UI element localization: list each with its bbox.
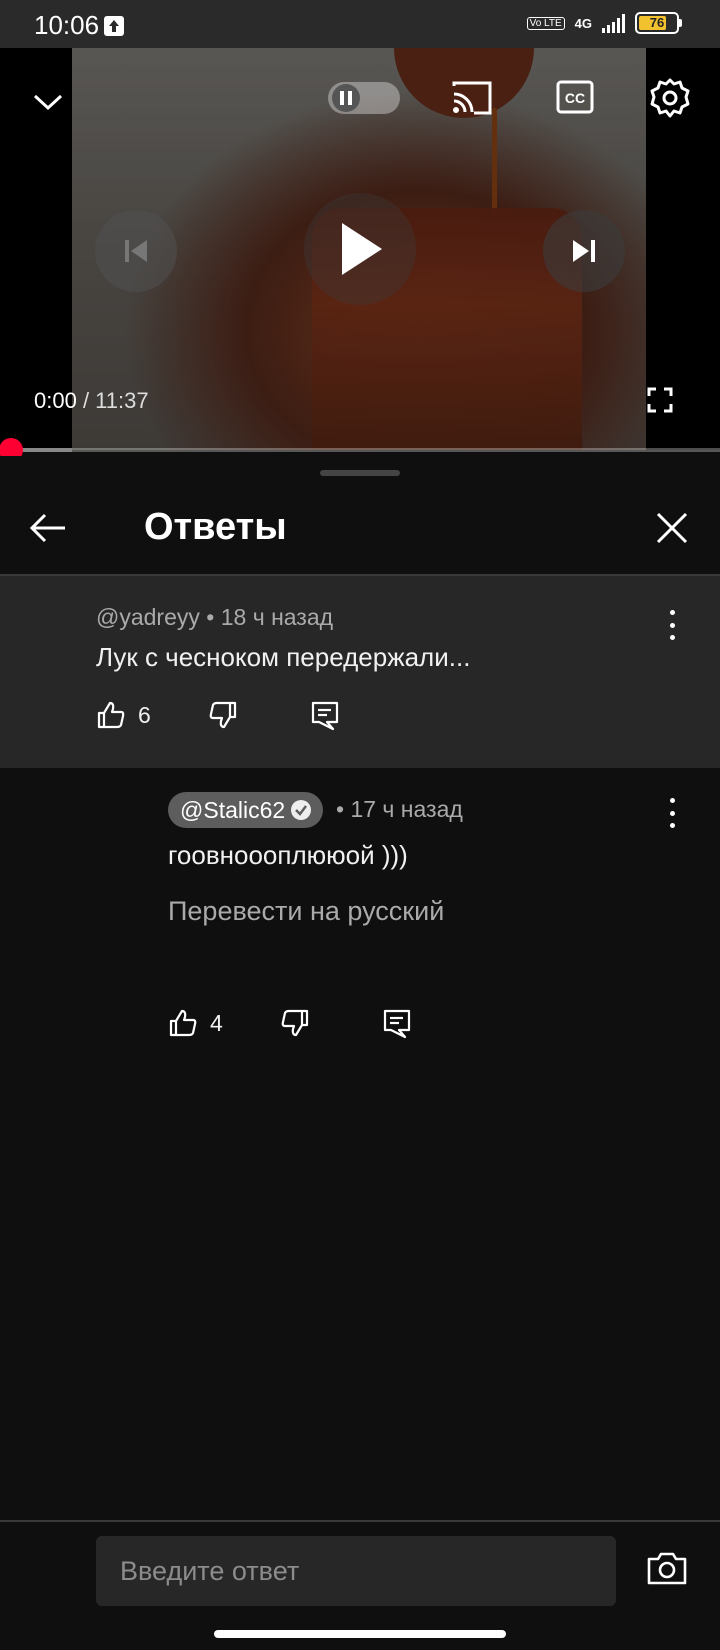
signal-icon bbox=[602, 13, 625, 33]
like-button[interactable]: 4 bbox=[168, 1008, 223, 1038]
translate-link[interactable]: Перевести на русский bbox=[168, 896, 444, 927]
previous-icon[interactable] bbox=[95, 210, 177, 292]
panel-title: Ответы bbox=[144, 506, 287, 548]
settings-icon[interactable] bbox=[648, 76, 692, 120]
thumbs-down-icon bbox=[209, 701, 237, 729]
pause-icon bbox=[332, 84, 360, 112]
camera-icon[interactable] bbox=[646, 1550, 688, 1590]
dislike-button[interactable] bbox=[208, 700, 238, 730]
progress-bar[interactable] bbox=[0, 438, 720, 462]
volte-badge: Vo LTE bbox=[526, 16, 565, 30]
captions-icon[interactable]: CC bbox=[556, 80, 594, 114]
thumbs-up-icon bbox=[97, 701, 125, 729]
divider bbox=[0, 1520, 720, 1522]
dislike-button[interactable] bbox=[280, 1008, 310, 1038]
status-time: 10:06 bbox=[34, 10, 100, 40]
current-time: 0:00 bbox=[34, 388, 77, 413]
like-count: 4 bbox=[210, 1009, 223, 1036]
autoplay-toggle[interactable] bbox=[328, 82, 400, 114]
like-button[interactable]: 6 bbox=[96, 700, 151, 730]
reply-button[interactable] bbox=[310, 700, 340, 732]
comment-text: Лук с чесноком передержали... bbox=[96, 642, 471, 672]
reply-author-chip[interactable]: @Stalic62 bbox=[168, 792, 324, 828]
reply-comment: @Stalic62 • 17 ч назад гоовноооплююой ))… bbox=[0, 768, 720, 1068]
home-indicator[interactable] bbox=[214, 1630, 506, 1638]
thumbs-up-icon bbox=[169, 1009, 197, 1037]
drag-handle[interactable] bbox=[320, 470, 400, 476]
chevron-down-icon[interactable] bbox=[28, 82, 68, 122]
reply-button[interactable] bbox=[382, 1008, 412, 1040]
parent-comment: @yadreyy • 18 ч назад Лук с чесноком пер… bbox=[0, 576, 720, 768]
more-options-icon[interactable] bbox=[666, 610, 678, 640]
panel-header: Ответы bbox=[0, 486, 720, 574]
fullscreen-icon[interactable] bbox=[646, 386, 674, 414]
reply-text: гоовноооплююой ))) bbox=[168, 840, 408, 870]
comment-author[interactable]: @yadreyy bbox=[96, 604, 200, 630]
network-type: 4G bbox=[574, 15, 592, 31]
cast-icon[interactable] bbox=[450, 78, 494, 118]
status-bar: 10:06 Vo LTE 4G 76 bbox=[0, 0, 720, 48]
battery-level: 76 bbox=[649, 15, 665, 30]
reply-author: @Stalic62 bbox=[180, 796, 286, 823]
thumbs-down-icon bbox=[281, 1009, 309, 1037]
comment-meta: @yadreyy • 18 ч назад bbox=[96, 604, 333, 631]
next-icon[interactable] bbox=[543, 210, 625, 292]
back-arrow-icon[interactable] bbox=[28, 508, 68, 548]
video-player[interactable]: CC 0:00 / 11:37 bbox=[0, 48, 720, 450]
reply-icon bbox=[311, 701, 339, 731]
verified-icon bbox=[291, 800, 312, 820]
close-icon[interactable] bbox=[652, 508, 692, 548]
reply-input[interactable] bbox=[96, 1536, 616, 1606]
svg-text:CC: CC bbox=[565, 90, 585, 106]
upload-icon bbox=[104, 16, 124, 36]
reply-time: • 17 ч назад bbox=[336, 796, 463, 822]
like-count: 6 bbox=[138, 701, 151, 728]
time-display: 0:00 / 11:37 bbox=[34, 388, 149, 413]
reply-icon bbox=[383, 1009, 411, 1039]
play-icon[interactable] bbox=[304, 193, 416, 305]
replies-panel: Ответы @yadreyy • 18 ч назад Лук с чесно… bbox=[0, 456, 720, 1650]
battery-icon: 76 bbox=[635, 12, 682, 34]
status-indicators: Vo LTE 4G 76 bbox=[526, 12, 682, 34]
comment-time: • 18 ч назад bbox=[206, 604, 334, 630]
more-options-icon[interactable] bbox=[666, 798, 678, 828]
duration: 11:37 bbox=[95, 388, 149, 413]
